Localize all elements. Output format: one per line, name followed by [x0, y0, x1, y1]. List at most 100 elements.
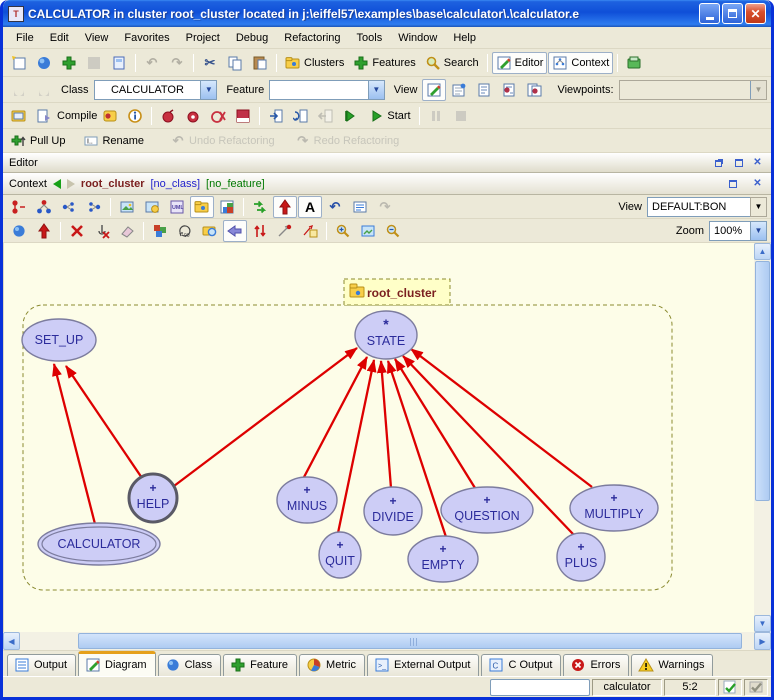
rotate-button[interactable]: 90	[173, 220, 197, 242]
diagram-view-combobox[interactable]: DEFAULT:BON ▼	[647, 197, 767, 217]
chevron-down-icon[interactable]: ▼	[750, 222, 766, 240]
vertical-scrollbar[interactable]: ▲ ▼	[754, 243, 771, 632]
class-node-quit[interactable]: +QUIT	[319, 532, 361, 578]
undo-button[interactable]: ↶	[140, 52, 164, 74]
rename-button[interactable]: I.. Rename	[79, 130, 148, 152]
labels-toggle[interactable]: A	[298, 196, 322, 218]
debug-breakpoint-button[interactable]	[181, 105, 205, 127]
tab-c-output[interactable]: CC Output	[481, 654, 561, 676]
history-forward-button[interactable]	[32, 79, 56, 101]
menu-item-refactoring[interactable]: Refactoring	[277, 30, 347, 46]
context-cluster-link[interactable]: root_cluster	[81, 178, 145, 190]
scroll-left-button[interactable]: ◀	[3, 632, 20, 650]
tab-diagram[interactable]: Diagram	[78, 651, 156, 676]
context-maximize-button[interactable]	[725, 177, 740, 191]
melt-button[interactable]	[32, 105, 56, 127]
create-class-button[interactable]	[7, 220, 31, 242]
search-button[interactable]: Search	[421, 52, 483, 74]
context-back-icon[interactable]	[53, 179, 61, 189]
view-text-button[interactable]	[472, 79, 496, 101]
add-note-button[interactable]	[298, 220, 322, 242]
inheritance-link-divide-to-state[interactable]	[381, 361, 391, 488]
cluster-label[interactable]: root_cluster	[344, 279, 450, 305]
menu-item-view[interactable]: View	[78, 30, 116, 46]
copy-button[interactable]	[223, 52, 247, 74]
diagram-redo-button[interactable]: ↷	[373, 196, 397, 218]
features-button[interactable]: Features	[349, 52, 419, 74]
tab-feature[interactable]: Feature	[223, 654, 297, 676]
menu-item-debug[interactable]: Debug	[229, 30, 275, 46]
horizontal-scrollbar[interactable]: ◀ ▶	[3, 632, 771, 650]
open-project-button[interactable]	[7, 105, 31, 127]
diagram-undo-button[interactable]: ↶	[323, 196, 347, 218]
inheritance-link-calculator-to-set_up[interactable]	[54, 364, 95, 524]
class-node-multiply[interactable]: +MULTIPLY	[570, 485, 658, 531]
chevron-down-icon[interactable]: ▼	[368, 81, 384, 99]
context-toggle-button[interactable]: Context	[548, 52, 613, 74]
context-forward-icon[interactable]	[67, 179, 75, 189]
context-close-button[interactable]: ✕	[750, 177, 765, 191]
tab-output[interactable]: Output	[7, 654, 76, 676]
view-contract-button[interactable]	[522, 79, 546, 101]
horizontal-scrollbar-thumb[interactable]	[78, 633, 742, 649]
print-diagram-button[interactable]	[140, 196, 164, 218]
editor-maximize-button[interactable]	[731, 156, 746, 170]
redo-button[interactable]: ↷	[165, 52, 189, 74]
class-node-question[interactable]: +QUESTION	[441, 487, 533, 533]
view-new-button[interactable]	[447, 79, 471, 101]
debug-disable-button[interactable]	[206, 105, 230, 127]
chevron-down-icon[interactable]: ▼	[200, 81, 216, 99]
menu-item-tools[interactable]: Tools	[350, 30, 390, 46]
color-button[interactable]	[148, 220, 172, 242]
step-out-button[interactable]	[314, 105, 338, 127]
class-node-calculator[interactable]: CALCULATOR	[38, 523, 160, 565]
maximize-button[interactable]	[722, 3, 743, 24]
new-window-button[interactable]	[7, 52, 31, 74]
tab-errors[interactable]: Errors	[563, 654, 629, 676]
export-png-button[interactable]	[115, 196, 139, 218]
close-button[interactable]: ✕	[745, 3, 766, 24]
inheritance-link-minus-to-state[interactable]	[303, 357, 367, 479]
menu-item-window[interactable]: Window	[391, 30, 444, 46]
uml-view-button[interactable]: UML	[165, 196, 189, 218]
step-into-button[interactable]	[264, 105, 288, 127]
class-combobox[interactable]: CALCULATOR ▼	[94, 80, 218, 100]
debug-stop-point-button[interactable]	[231, 105, 255, 127]
inheritance-link-multiply-to-state[interactable]	[411, 349, 592, 487]
class-diagram[interactable]: root_clusterSET_UP*STATE+HELPCALCULATOR+…	[4, 243, 754, 629]
class-node-help[interactable]: +HELP	[129, 474, 177, 522]
start-button[interactable]: Start	[364, 105, 414, 127]
fit-to-screen-button[interactable]	[356, 220, 380, 242]
menu-item-help[interactable]: Help	[446, 30, 483, 46]
supplier-links-button[interactable]	[57, 196, 81, 218]
pull-up-button[interactable]: Pull Up	[7, 130, 69, 152]
debug-run-button[interactable]	[156, 105, 180, 127]
scroll-up-button[interactable]: ▲	[754, 243, 771, 260]
open-button[interactable]	[32, 52, 56, 74]
class-node-set_up[interactable]: SET_UP	[22, 319, 96, 361]
tab-class[interactable]: Class	[158, 654, 222, 676]
zoom-cluster-button[interactable]	[198, 220, 222, 242]
class-node-plus[interactable]: +PLUS	[557, 533, 605, 581]
diagram-canvas[interactable]: root_clusterSET_UP*STATE+HELPCALCULATOR+…	[3, 243, 754, 632]
scroll-down-button[interactable]: ▼	[754, 615, 771, 632]
stop-button[interactable]	[449, 105, 473, 127]
class-node-empty[interactable]: +EMPTY	[408, 536, 478, 582]
client-links-button[interactable]	[82, 196, 106, 218]
show-clusters-toggle[interactable]	[190, 196, 214, 218]
save-all-button[interactable]	[107, 52, 131, 74]
feature-combobox[interactable]: ▼	[269, 80, 385, 100]
anchor-link-button[interactable]	[273, 220, 297, 242]
scroll-right-button[interactable]: ▶	[754, 632, 771, 650]
step-over-button[interactable]	[289, 105, 313, 127]
menu-item-project[interactable]: Project	[179, 30, 227, 46]
external-commands-button[interactable]	[622, 52, 646, 74]
status-search-input[interactable]	[490, 679, 590, 696]
two-way-links-toggle[interactable]	[223, 220, 247, 242]
horizontal-scrollbar-track[interactable]	[20, 632, 754, 650]
create-inheritance-button[interactable]	[32, 220, 56, 242]
zoom-out-button[interactable]	[381, 220, 405, 242]
inheritance-links-toggle[interactable]	[273, 196, 297, 218]
remove-anchor-button[interactable]	[90, 220, 114, 242]
inheritance-link-help-to-set_up[interactable]	[66, 366, 142, 478]
